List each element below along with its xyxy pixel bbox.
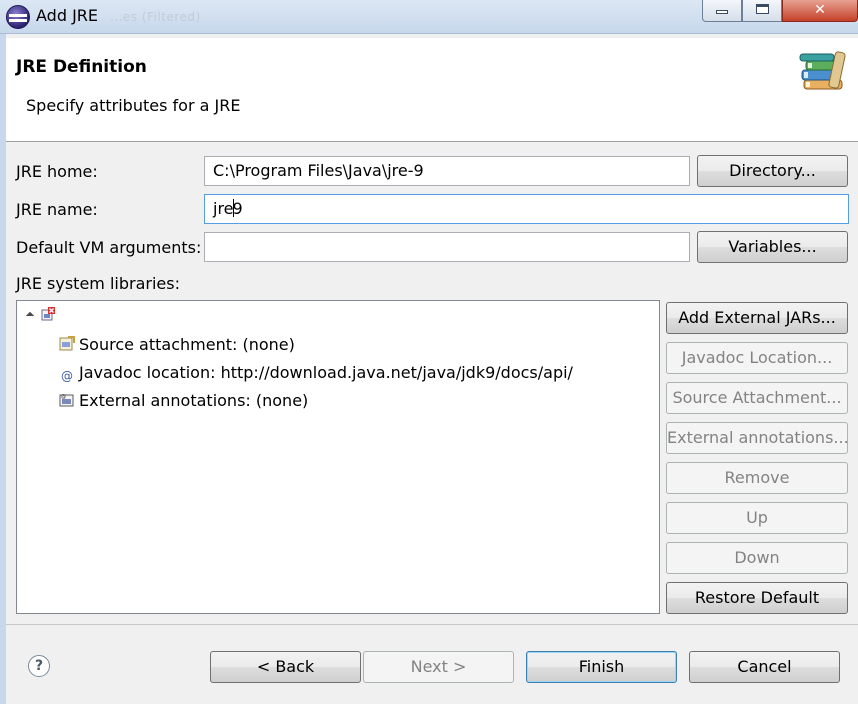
cancel-button[interactable]: Cancel — [689, 651, 840, 683]
external-annotations-button[interactable]: External annotations... — [666, 422, 849, 454]
tree-item-source-attachment[interactable]: Source attachment: (none) — [59, 335, 295, 354]
down-button[interactable]: Down — [666, 542, 848, 574]
tree-item-javadoc-location[interactable]: @ Javadoc location: http://download.java.… — [59, 363, 573, 384]
title-bar[interactable]: Add JRE ...es (Filtered) ✕ — [0, 0, 858, 34]
tree-item-label: Javadoc location: http://download.java.n… — [79, 363, 573, 382]
maximize-icon — [755, 4, 769, 14]
source-attachment-icon — [59, 336, 75, 351]
eclipse-icon — [6, 5, 30, 29]
directory-button[interactable]: Directory... — [697, 155, 848, 187]
vm-args-label: Default VM arguments: — [16, 238, 202, 257]
wizard-header: JRE Definition Specify attributes for a … — [6, 38, 858, 142]
window-title: Add JRE — [36, 6, 99, 25]
external-annotations-icon: @ — [59, 394, 74, 407]
help-icon[interactable]: ? — [28, 655, 50, 677]
source-attachment-button[interactable]: Source Attachment... — [666, 382, 848, 414]
libraries-tree[interactable]: Source attachment: (none) @ Javadoc locat… — [16, 300, 660, 614]
libraries-label: JRE system libraries: — [16, 274, 180, 293]
expand-arrow-icon[interactable] — [25, 311, 35, 321]
jre-name-label: JRE name: — [16, 200, 98, 219]
close-button[interactable]: ✕ — [782, 0, 858, 22]
up-button[interactable]: Up — [666, 502, 848, 534]
back-button[interactable]: < Back — [210, 651, 361, 683]
jar-error-icon[interactable] — [41, 307, 55, 321]
restore-default-button[interactable]: Restore Default — [666, 582, 848, 614]
javadoc-icon: @ — [61, 369, 73, 383]
footer-separator — [6, 624, 858, 625]
page-title: JRE Definition — [16, 57, 147, 77]
library-books-icon — [799, 51, 846, 90]
tree-item-label: External annotations: (none) — [79, 391, 309, 410]
close-icon: ✕ — [814, 2, 826, 18]
minimize-icon — [716, 10, 728, 14]
maximize-button[interactable] — [742, 0, 782, 22]
jre-home-label: JRE home: — [16, 162, 98, 181]
tree-item-label: Source attachment: (none) — [79, 335, 295, 354]
minimize-button[interactable] — [702, 0, 742, 22]
vm-args-input[interactable] — [204, 232, 690, 262]
jre-name-text-end: 9 — [232, 199, 243, 218]
add-external-jars-button[interactable]: Add External JARs... — [666, 302, 848, 334]
remove-button[interactable]: Remove — [666, 462, 848, 494]
background-window-title: ...es (Filtered) — [110, 10, 201, 24]
javadoc-location-button[interactable]: Javadoc Location... — [666, 342, 848, 374]
jre-name-text: jre — [213, 199, 234, 218]
svg-text:@: @ — [61, 394, 66, 400]
jre-name-input[interactable]: jre9 — [204, 194, 849, 224]
jre-home-input[interactable]: C:\Program Files\Java\jre-9 — [204, 156, 690, 186]
page-description: Specify attributes for a JRE — [26, 96, 241, 115]
finish-button[interactable]: Finish — [526, 651, 677, 683]
next-button[interactable]: Next > — [363, 651, 514, 683]
tree-item-external-annotations[interactable]: @ External annotations: (none) — [59, 391, 308, 410]
variables-button[interactable]: Variables... — [697, 231, 848, 263]
